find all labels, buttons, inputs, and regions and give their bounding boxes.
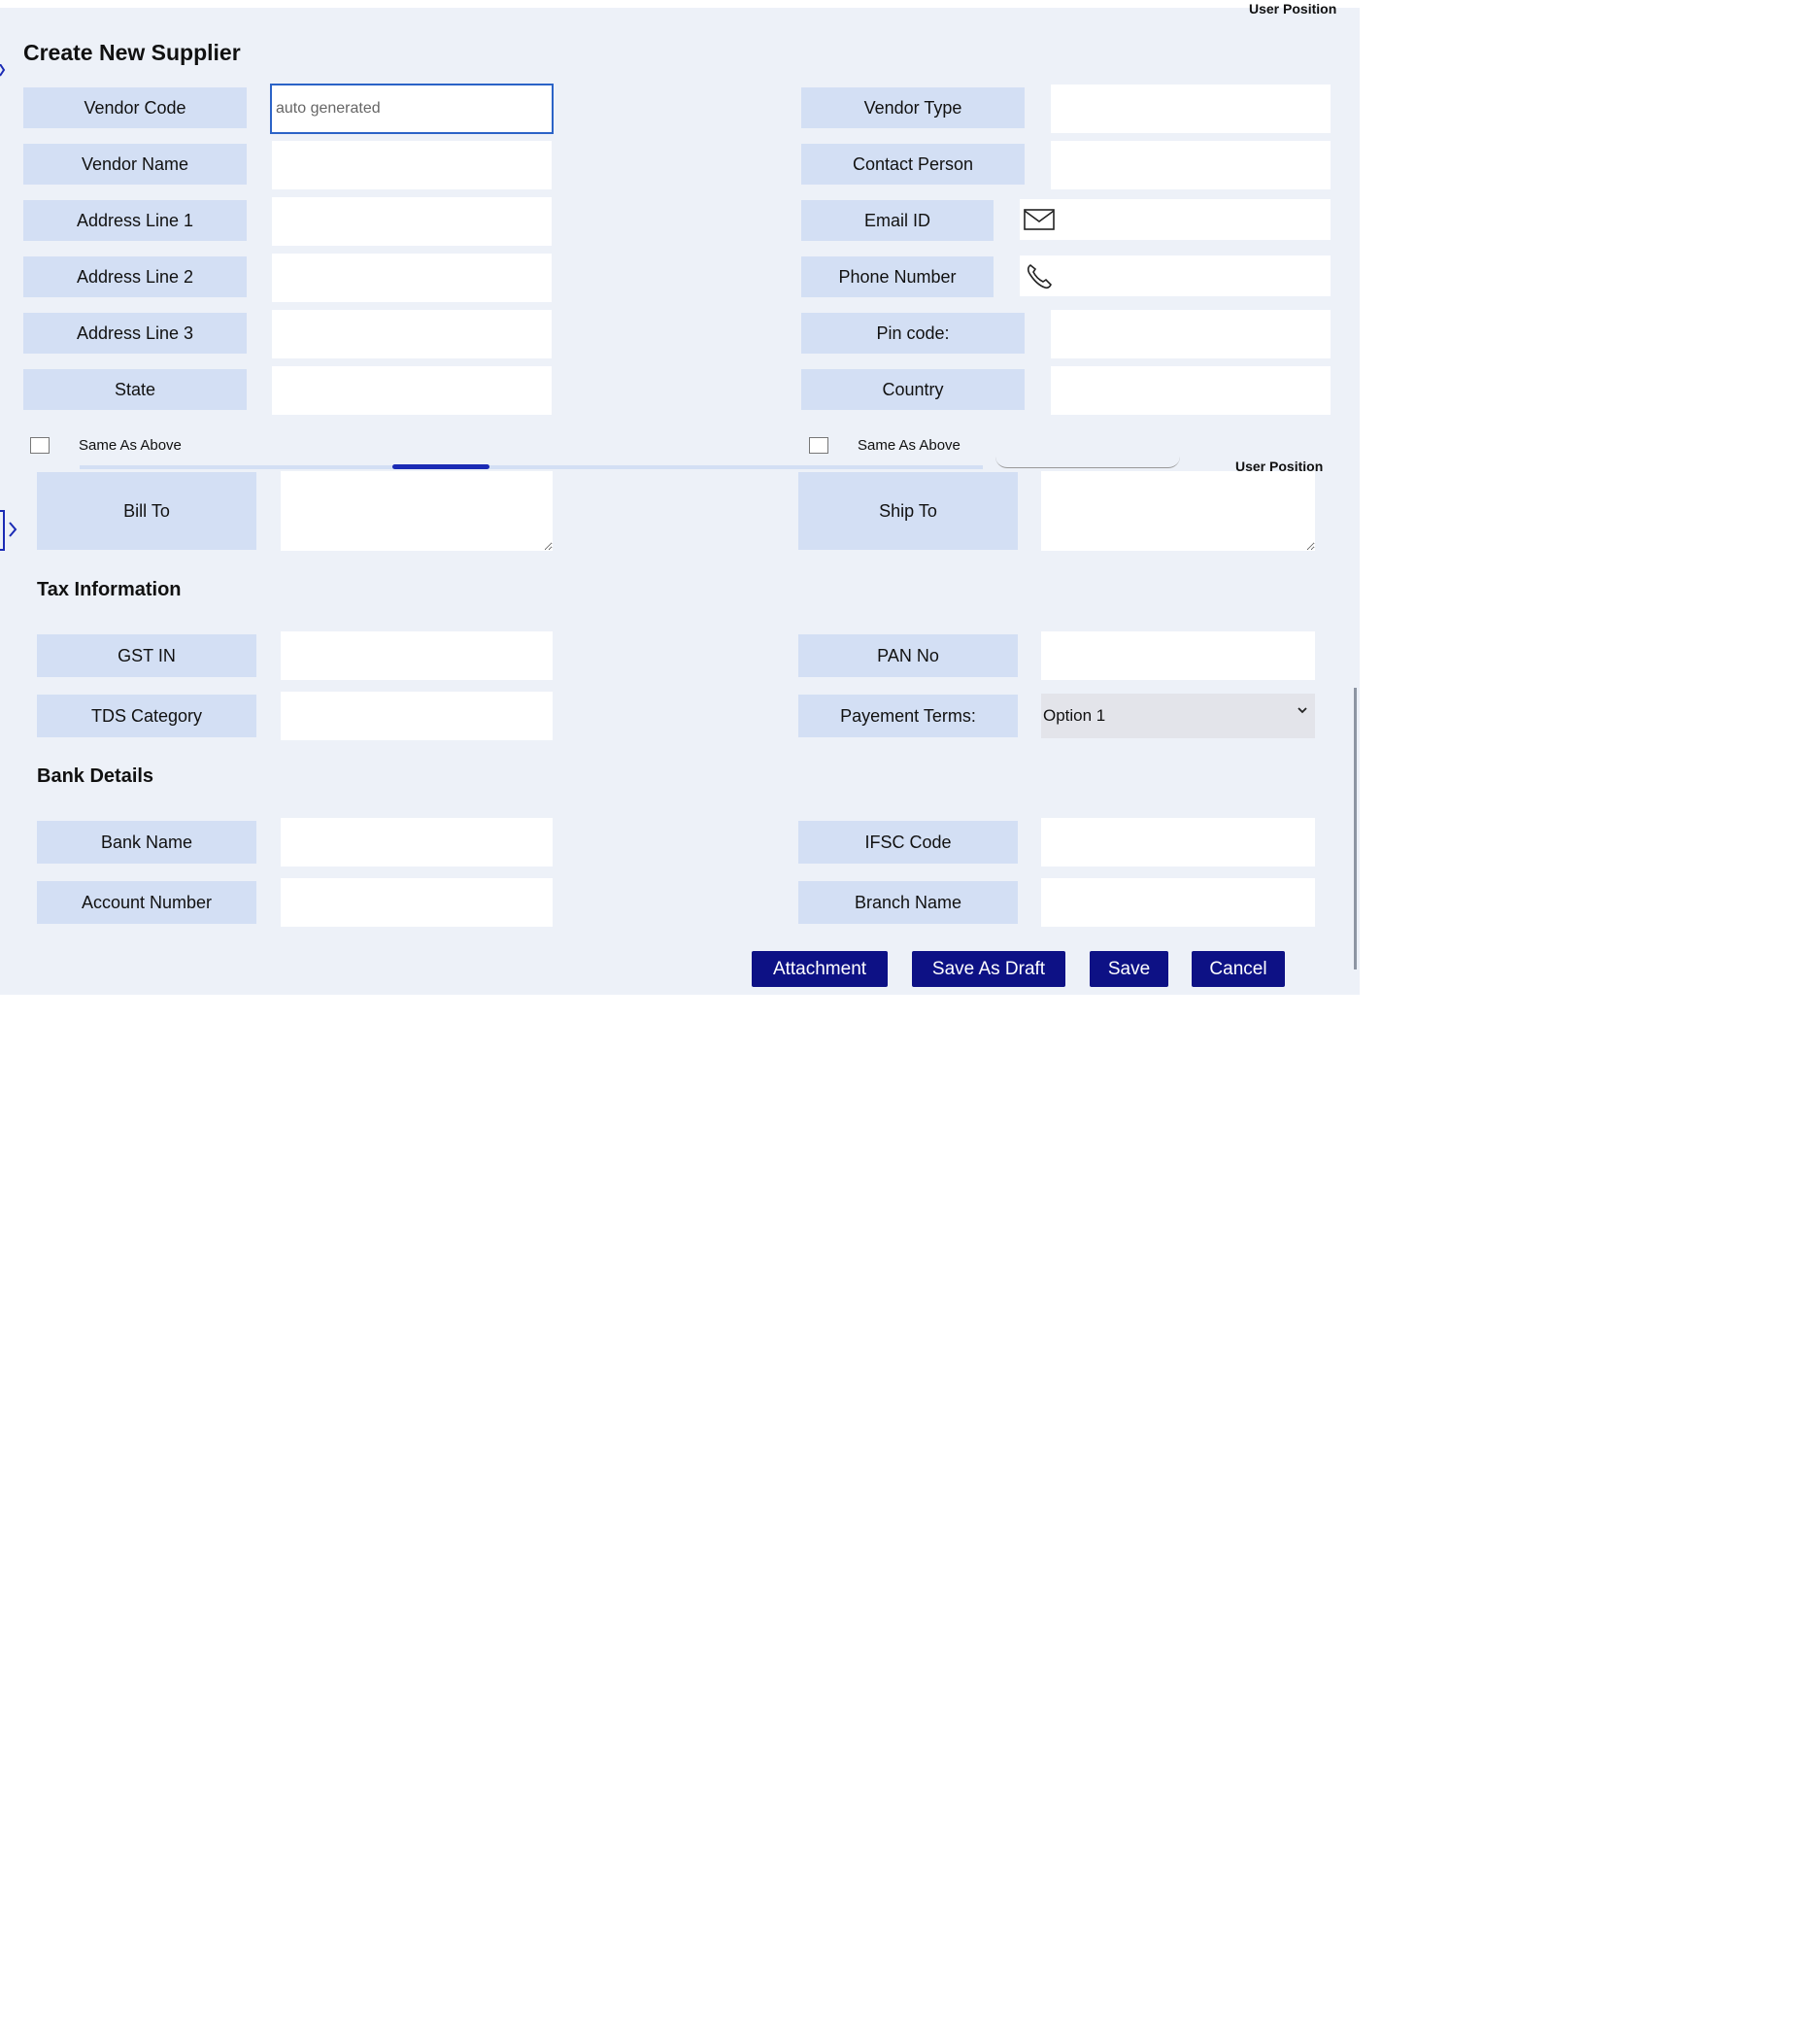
overlay-pill (392, 464, 489, 469)
phone-number-input[interactable] (1059, 255, 1331, 296)
payment-terms-select[interactable]: Option 1 (1041, 694, 1315, 738)
same-as-above-left-label: Same As Above (79, 437, 182, 454)
tax-information-heading: Tax Information (37, 579, 182, 600)
bank-name-input[interactable] (281, 818, 553, 867)
same-as-above-right-checkbox[interactable] (809, 437, 828, 454)
payment-terms-label: Payement Terms: (798, 695, 1018, 737)
tds-category-input[interactable] (281, 692, 553, 740)
vendor-type-label: Vendor Type (801, 87, 1025, 128)
bill-to-textarea[interactable] (281, 471, 553, 551)
email-icon-wrap (1020, 199, 1059, 240)
page-title: Create New Supplier (23, 40, 241, 65)
phone-icon-wrap (1020, 255, 1059, 296)
contact-person-input[interactable] (1051, 141, 1331, 189)
overlay-divider (80, 465, 983, 469)
vendor-code-input[interactable] (270, 84, 554, 134)
vendor-name-label: Vendor Name (23, 144, 247, 185)
save-button[interactable]: Save (1090, 951, 1168, 987)
bank-name-label: Bank Name (37, 821, 256, 864)
user-position-label: User Position (1249, 1, 1337, 17)
email-id-input[interactable] (1059, 199, 1331, 240)
vendor-name-input[interactable] (272, 141, 552, 189)
save-as-draft-button[interactable]: Save As Draft (912, 951, 1065, 987)
supplier-form-panel: User Position Create New Supplier Vendor… (0, 1, 1360, 995)
vendor-code-label: Vendor Code (23, 87, 247, 128)
address-line-2-input[interactable] (272, 254, 552, 302)
same-as-above-left-checkbox[interactable] (30, 437, 50, 454)
email-id-label: Email ID (801, 200, 994, 241)
address-line-3-input[interactable] (272, 310, 552, 358)
pin-code-input[interactable] (1051, 310, 1331, 358)
address-line-2-label: Address Line 2 (23, 256, 247, 297)
chevron-down-icon (1298, 707, 1307, 714)
vendor-type-input[interactable] (1051, 85, 1331, 133)
pan-no-label: PAN No (798, 634, 1018, 677)
scrollbar[interactable] (1354, 688, 1357, 969)
overlay-curve (995, 457, 1180, 468)
country-label: Country (801, 369, 1025, 410)
expand-chevron-icon[interactable] (0, 507, 19, 556)
gst-in-label: GST IN (37, 634, 256, 677)
phone-icon (1027, 264, 1052, 289)
address-line-1-input[interactable] (272, 197, 552, 246)
phone-number-label: Phone Number (801, 256, 994, 297)
country-input[interactable] (1051, 366, 1331, 415)
attachment-button[interactable]: Attachment (752, 951, 888, 987)
state-label: State (23, 369, 247, 410)
tds-category-label: TDS Category (37, 695, 256, 737)
address-line-1-label: Address Line 1 (23, 200, 247, 241)
contact-person-label: Contact Person (801, 144, 1025, 185)
bill-to-label: Bill To (37, 472, 256, 550)
edge-tick-icon (0, 64, 6, 77)
state-input[interactable] (272, 366, 552, 415)
gst-in-input[interactable] (281, 631, 553, 680)
cancel-button[interactable]: Cancel (1192, 951, 1285, 987)
ship-to-label: Ship To (798, 472, 1018, 550)
branch-name-label: Branch Name (798, 881, 1018, 924)
ifsc-code-input[interactable] (1041, 818, 1315, 867)
bank-details-heading: Bank Details (37, 765, 154, 787)
mail-icon (1024, 209, 1055, 230)
ifsc-code-label: IFSC Code (798, 821, 1018, 864)
same-as-above-right-label: Same As Above (858, 437, 961, 454)
account-number-input[interactable] (281, 878, 553, 927)
account-number-label: Account Number (37, 881, 256, 924)
branch-name-input[interactable] (1041, 878, 1315, 927)
ship-to-textarea[interactable] (1041, 471, 1315, 551)
pan-no-input[interactable] (1041, 631, 1315, 680)
pin-code-label: Pin code: (801, 313, 1025, 354)
payment-terms-selected: Option 1 (1043, 706, 1106, 725)
address-line-3-label: Address Line 3 (23, 313, 247, 354)
